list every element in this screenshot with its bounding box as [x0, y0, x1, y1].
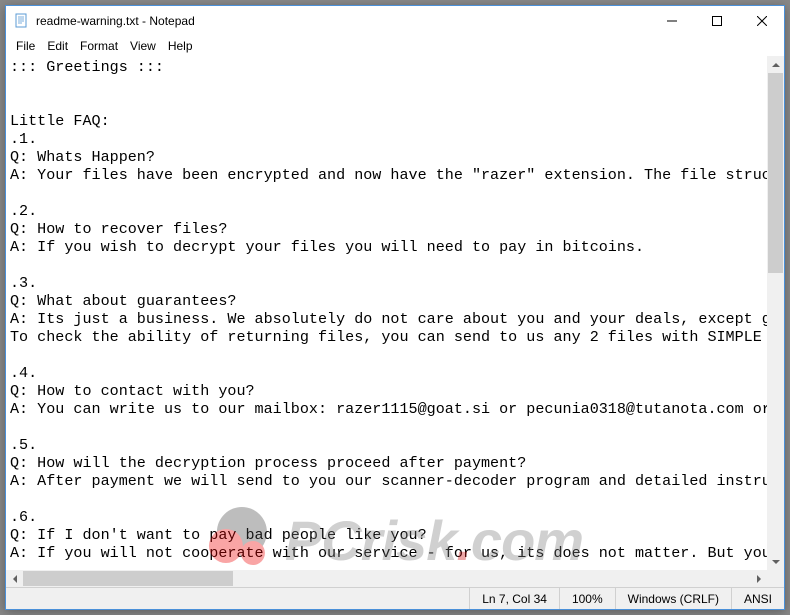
line: .6.	[10, 508, 37, 526]
window-title: readme-warning.txt - Notepad	[36, 14, 649, 28]
line: .2.	[10, 202, 37, 220]
menu-format[interactable]: Format	[74, 37, 124, 55]
line: Little FAQ:	[10, 112, 110, 130]
editor-area: ::: Greetings ::: Little FAQ: .1. Q: Wha…	[6, 56, 784, 570]
horizontal-scrollbar[interactable]	[6, 570, 767, 587]
text-editor[interactable]: ::: Greetings ::: Little FAQ: .1. Q: Wha…	[6, 56, 767, 570]
menubar: File Edit Format View Help	[6, 36, 784, 56]
notepad-window: readme-warning.txt - Notepad File Edit F…	[5, 5, 785, 610]
line: Q: If I don't want to pay bad people lik…	[10, 526, 427, 544]
statusbar: Ln 7, Col 34 100% Windows (CRLF) ANSI	[6, 587, 784, 609]
scroll-down-arrow-icon[interactable]	[767, 553, 784, 570]
line: A: If you will not cooperate with our se…	[10, 544, 767, 562]
line: .3.	[10, 274, 37, 292]
line: Q: How to recover files?	[10, 220, 227, 238]
vertical-scrollbar[interactable]	[767, 56, 784, 570]
line: A: Its just a business. We absolutely do…	[10, 310, 767, 328]
maximize-button[interactable]	[694, 6, 739, 36]
close-button[interactable]	[739, 6, 784, 36]
titlebar[interactable]: readme-warning.txt - Notepad	[6, 6, 784, 36]
window-controls	[649, 6, 784, 36]
status-cursor-position: Ln 7, Col 34	[469, 588, 559, 609]
menu-file[interactable]: File	[10, 37, 41, 55]
bottom-scroll-row	[6, 570, 784, 587]
line: Q: What about guarantees?	[10, 292, 236, 310]
line: Q: How to contact with you?	[10, 382, 255, 400]
status-zoom: 100%	[559, 588, 615, 609]
line: ::: Greetings :::	[10, 58, 164, 76]
menu-view[interactable]: View	[124, 37, 162, 55]
menu-edit[interactable]: Edit	[41, 37, 74, 55]
app-icon	[14, 13, 30, 29]
line: A: After payment we will send to you our…	[10, 472, 767, 490]
line: To check the ability of returning files,…	[10, 328, 767, 346]
scrollbar-corner	[767, 570, 784, 587]
line: A: Your files have been encrypted and no…	[10, 166, 767, 184]
minimize-button[interactable]	[649, 6, 694, 36]
scroll-up-arrow-icon[interactable]	[767, 56, 784, 73]
line: .1.	[10, 130, 37, 148]
scroll-right-arrow-icon[interactable]	[750, 570, 767, 587]
menu-help[interactable]: Help	[162, 37, 199, 55]
line: A: You can write us to our mailbox: raze…	[10, 400, 767, 418]
status-line-ending: Windows (CRLF)	[615, 588, 731, 609]
status-spacer	[6, 588, 469, 609]
line: A: If you wish to decrypt your files you…	[10, 238, 644, 256]
line: .4.	[10, 364, 37, 382]
scroll-thumb-vertical[interactable]	[768, 73, 783, 273]
status-encoding: ANSI	[731, 588, 784, 609]
line: Q: How will the decryption process proce…	[10, 454, 526, 472]
scroll-left-arrow-icon[interactable]	[6, 570, 23, 587]
scroll-thumb-horizontal[interactable]	[23, 571, 233, 586]
line: Q: Whats Happen?	[10, 148, 155, 166]
line: .5.	[10, 436, 37, 454]
